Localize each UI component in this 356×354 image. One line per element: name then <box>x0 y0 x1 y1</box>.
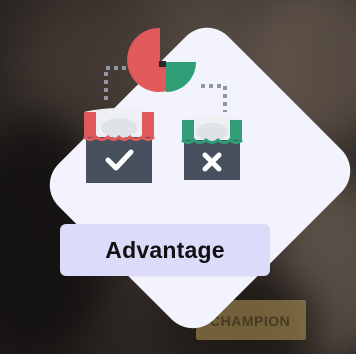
advantage-title: Advantage <box>105 236 225 263</box>
store-x-icon <box>181 116 243 180</box>
advantage-card: Advantage <box>0 0 356 354</box>
advantage-label-box: Advantage <box>60 224 270 276</box>
store-check-icon <box>83 108 155 183</box>
card-graphic <box>49 27 351 329</box>
